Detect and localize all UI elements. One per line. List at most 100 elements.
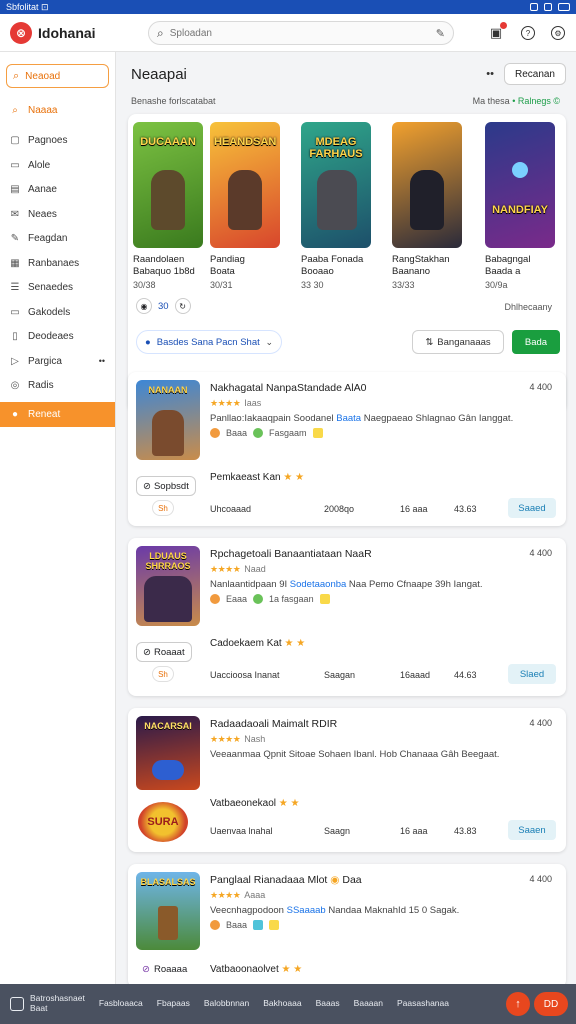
notification-icon	[544, 3, 552, 11]
sidebar-item-2[interactable]: ▭ Alole	[0, 153, 115, 178]
game-thumbnail[interactable]: BLASALSAS	[136, 872, 200, 950]
card-title[interactable]: Rpchagetoali Banaantiataan NaaR	[210, 548, 372, 560]
window-icon	[530, 3, 538, 11]
sidebar-item-7[interactable]: ☰ Senaedes	[0, 276, 115, 301]
stars-glyphs: ★★★★	[210, 564, 241, 574]
inbox-icon[interactable]: ▣	[486, 22, 507, 43]
link-icon: ⊘	[143, 480, 151, 492]
sidebar-item-9[interactable]: ▯ Deodeaes	[0, 325, 115, 350]
stat-value: Uaccioosa Inanat	[210, 670, 280, 680]
header-button[interactable]: Recanan	[503, 63, 566, 85]
card-title[interactable]: Panglaal Rianadaaa Mlot ◉ Daa	[210, 874, 362, 886]
sidebar-item-0[interactable]: ⌕ Naaaa	[0, 98, 115, 123]
sidebar-item-12[interactable]: ● Reneat	[0, 402, 115, 427]
desc-text: Naegpaeao Shlagnao Gân Ianggat.	[361, 413, 514, 424]
upload-icon[interactable]: ↑	[506, 992, 530, 1016]
edit-icon[interactable]: ✎	[436, 27, 445, 40]
character-figure	[228, 170, 262, 230]
bottom-bar-item[interactable]: Baaaan	[354, 998, 383, 1009]
app-logo-icon[interactable]: ⊗	[10, 21, 32, 44]
small-chip[interactable]: Sh	[152, 666, 174, 682]
tag-dot-icon	[210, 428, 220, 438]
card-title-text: Panglaal Rianadaaa Mlot	[210, 874, 328, 886]
desc-text: Naa Pemo Cfnaape 39h Iangat.	[346, 579, 483, 590]
card-description: Panllao:Iakaaqpain Soodanel Baata Naegpa…	[210, 413, 513, 424]
featured-meta: 33 30	[301, 280, 324, 290]
help-icon[interactable]: ?	[518, 23, 538, 43]
game-thumbnail[interactable]: NACARSAI	[136, 716, 200, 790]
featured-title[interactable]: Pandiag Boata	[210, 254, 290, 278]
card-action-button[interactable]: Saaen	[508, 820, 556, 840]
stat-value: 16 aaa	[400, 826, 428, 836]
category-select[interactable]: ● Basdes Sana Pacn Shat ⌄	[136, 330, 282, 354]
lock-icon[interactable]	[10, 997, 24, 1011]
featured-title[interactable]: Babagngal Baada a	[485, 254, 565, 278]
bottom-bar-item[interactable]: Bakhoaaa	[263, 998, 301, 1009]
desc-highlight[interactable]: Baata	[336, 413, 361, 424]
sidebar-search[interactable]: ⌕ Neaoad	[6, 64, 109, 88]
card-tags: Baaa Fasgaam	[210, 428, 323, 438]
list-card[interactable]: LDUAUS SHRRAOS Rpchagetoali Banaantiataa…	[128, 538, 566, 696]
more-dots-icon[interactable]: ••	[486, 68, 494, 80]
list-card[interactable]: BLASALSAS Panglaal Rianadaaa Mlot ◉ Daa …	[128, 864, 566, 988]
featured-cover[interactable]	[392, 122, 462, 248]
bottom-bar-item[interactable]: Baaas	[316, 998, 340, 1009]
desc-highlight[interactable]: Sodetaaonba	[290, 579, 347, 590]
settings-icon[interactable]: ⚙	[548, 23, 568, 43]
list-card[interactable]: NACARSAI SURA Radaadaoali Maimalt RDIR 4…	[128, 708, 566, 852]
featured-cover[interactable]: MDEAG FARHAUS	[301, 122, 371, 248]
sidebar-item-10[interactable]: ▷ Pargica ••	[0, 349, 115, 374]
bottom-bar-item[interactable]: Batroshasnaet Baat	[30, 993, 85, 1014]
featured-cover[interactable]: DUCAAAN	[133, 122, 203, 248]
tag-dot-icon	[253, 428, 264, 438]
palette-icon[interactable]: ◉	[136, 298, 152, 314]
bottom-bar-item[interactable]: Fbapaas	[157, 998, 190, 1009]
sidebar-item-3[interactable]: ▤ Aanae	[0, 178, 115, 203]
sidebar-item-1[interactable]: ▢ Pagnoes	[0, 129, 115, 154]
small-chip[interactable]: Sh	[152, 500, 174, 516]
game-thumbnail[interactable]: NANAAN	[136, 380, 200, 460]
sidebar-item-11[interactable]: ◎ Radis	[0, 374, 115, 399]
desc-highlight[interactable]: SSaaaab	[287, 905, 326, 916]
toggle-button[interactable]: DD	[534, 992, 568, 1016]
play-icon: ▷	[11, 355, 19, 367]
card-subtitle-text: Vatbaeonekaol	[210, 798, 276, 809]
bottom-bar-item[interactable]: Balobbnnan	[204, 998, 249, 1009]
bottom-bar-item[interactable]: Paasashanaa	[397, 998, 449, 1009]
sidebar-item-5[interactable]: ✎ Feagdan	[0, 227, 115, 252]
game-thumbnail[interactable]: LDUAUS SHRRAOS	[136, 546, 200, 626]
share-button[interactable]: ⊘ Roaaat	[136, 642, 192, 662]
featured-title[interactable]: RangStakhan Baanano	[392, 254, 472, 278]
list-card[interactable]: NANAAN Nakhagatal NanpaStandade AlA0 4 4…	[128, 372, 566, 526]
card-action-button[interactable]: Saaed	[508, 498, 556, 518]
more-dots-icon[interactable]: ••	[99, 356, 105, 366]
subline-right-text: Ma thesa	[472, 96, 510, 106]
sidebar-item-6[interactable]: ▦ Ranbanaes	[0, 251, 115, 276]
search-input[interactable]	[169, 27, 436, 39]
character-figure	[151, 170, 185, 230]
featured-title[interactable]: Paaba Fonada Booaao	[301, 254, 381, 278]
tag-label: Eaaa	[226, 594, 248, 604]
filter-chip[interactable]: 30	[158, 301, 169, 312]
sidebar-item-4[interactable]: ✉ Neaes	[0, 202, 115, 227]
card-title[interactable]: Radaadaoali Maimalt RDIR	[210, 718, 337, 730]
tag-label: Fasgaam	[269, 428, 307, 438]
desc-text: Veecnhagpodoon	[210, 905, 287, 916]
share-button[interactable]: ⊘ Roaaaa	[142, 964, 187, 975]
card-title[interactable]: Nakhagatal NanpaStandade AlA0	[210, 382, 366, 394]
card-action-button[interactable]: Slaed	[508, 664, 556, 684]
desc-text: Nandaa MaknahId 15 0 Sagak.	[325, 905, 460, 916]
rating-stars: ★★★★ Aaaa	[210, 890, 265, 901]
sidebar-item-8[interactable]: ▭ Gakodels	[0, 300, 115, 325]
featured-title[interactable]: Raandolaen Babaquo 1b8d	[133, 254, 213, 278]
cover-title: NANDFIAY	[492, 204, 548, 216]
main-content: Neaapai •• Recanan Benashe forlscatabat …	[116, 52, 576, 992]
featured-cover[interactable]: HEANDSAN	[210, 122, 280, 248]
primary-button[interactable]: Bada	[512, 330, 560, 354]
refresh-icon[interactable]: ↻	[174, 298, 191, 314]
share-button[interactable]: ⊘ Sopbsdt	[136, 476, 196, 496]
featured-cover[interactable]: NANDFIAY	[485, 122, 555, 248]
bottom-bar-item[interactable]: Fasbloaaca	[99, 998, 143, 1009]
search-bar[interactable]: ⌕ ✎	[148, 21, 454, 45]
sort-button[interactable]: ⇅ Banganaaas	[412, 330, 504, 354]
